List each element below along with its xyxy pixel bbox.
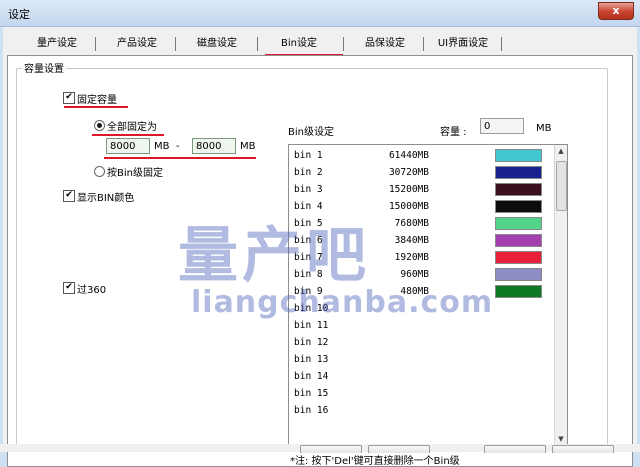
tab-strip: 量产设定 产品设定 磁盘设定 Bin设定 品保设定 UI界面设定 — [3, 35, 637, 56]
bin-settings-label: Bin级设定 — [288, 127, 334, 138]
capacity-label: 容量 : — [440, 127, 467, 138]
capacity-unit: MB — [536, 123, 552, 134]
capacity-input[interactable]: 0 — [480, 118, 524, 134]
window-title: 设定 — [8, 8, 30, 21]
watermark-url: liangchanba.com — [191, 285, 494, 320]
bin-color-swatch[interactable] — [495, 200, 542, 213]
tab-separator — [343, 37, 344, 51]
tab-bin[interactable]: Bin设定 — [267, 35, 331, 53]
all-fixed-radio[interactable] — [94, 120, 105, 131]
bin-name: bin 14 — [294, 371, 329, 382]
bin-name: bin 16 — [294, 405, 329, 416]
bin-color-swatch[interactable] — [495, 149, 542, 162]
bin-size: 3840MB — [394, 235, 429, 246]
bin-name: bin 12 — [294, 337, 329, 348]
bin-color-swatch[interactable] — [495, 251, 542, 264]
bin-name: bin 2 — [294, 167, 323, 178]
bin-name: bin 13 — [294, 354, 329, 365]
bin-size: 960MB — [400, 269, 429, 280]
bin-size: 15200MB — [388, 184, 429, 195]
pass360-checkbox[interactable]: ✔ — [63, 282, 75, 294]
bin-list-scrollbar[interactable]: ▲ ▼ — [554, 145, 567, 445]
dialog-client: 量产设定 产品设定 磁盘设定 Bin设定 品保设定 UI界面设定 容量设置 ✔ … — [3, 27, 637, 467]
bin-row[interactable]: bin 16 — [289, 402, 555, 419]
bin-size: 7680MB — [394, 218, 429, 229]
bin-row[interactable]: bin 2 30720MB — [289, 164, 555, 181]
fixed-max-unit: MB — [240, 141, 256, 152]
fixed-max-input[interactable]: 8000 — [192, 138, 236, 154]
bin-row[interactable]: bin 13 — [289, 351, 555, 368]
tab-separator — [423, 37, 424, 51]
range-dash: - — [176, 141, 180, 152]
bin-color-swatch[interactable] — [495, 183, 542, 196]
bin-row[interactable]: bin 15 — [289, 385, 555, 402]
bin-color-swatch[interactable] — [495, 285, 542, 298]
bin-row[interactable]: bin 14 — [289, 368, 555, 385]
bin-size: 61440MB — [388, 150, 429, 161]
tab-qa[interactable]: 品保设定 — [355, 35, 415, 53]
tab-product[interactable]: 产品设定 — [107, 35, 167, 53]
title-bar: 设定 x — [0, 0, 640, 27]
bin-color-swatch[interactable] — [495, 234, 542, 247]
tab-separator — [175, 37, 176, 51]
bin-color-swatch[interactable] — [495, 166, 542, 179]
bin-name: bin 3 — [294, 184, 323, 195]
bin-size: 1920MB — [394, 252, 429, 263]
fixed-capacity-checkbox[interactable]: ✔ — [63, 92, 75, 104]
bin-name: bin 1 — [294, 150, 323, 161]
fixed-min-input[interactable]: 8000 — [106, 138, 150, 154]
show-bin-color-checkbox[interactable]: ✔ — [63, 190, 75, 202]
all-fixed-label: 全部固定为 — [107, 122, 157, 133]
fixed-capacity-annotation — [64, 106, 128, 108]
fixed-min-unit: MB — [154, 141, 170, 152]
tab-separator — [501, 37, 502, 51]
bin-row[interactable]: bin 1 61440MB — [289, 147, 555, 164]
bin-size: 15000MB — [388, 201, 429, 212]
by-bin-radio[interactable] — [94, 166, 105, 177]
bin-row[interactable]: bin 3 15200MB — [289, 181, 555, 198]
show-bin-color-label: 显示BIN颜色 — [77, 193, 135, 204]
capacity-group-legend: 容量设置 — [22, 60, 66, 75]
tab-mass-production[interactable]: 量产设定 — [27, 35, 87, 53]
fixed-capacity-label: 固定容量 — [77, 95, 117, 106]
all-fixed-annotation — [92, 134, 164, 136]
scroll-thumb[interactable] — [556, 161, 567, 211]
tab-ui[interactable]: UI界面设定 — [431, 35, 495, 53]
bin-color-swatch[interactable] — [495, 217, 542, 230]
tab-separator — [257, 37, 258, 51]
bin-row[interactable]: bin 12 — [289, 334, 555, 351]
tab-disk[interactable]: 磁盘设定 — [187, 35, 247, 53]
bin-name: bin 11 — [294, 320, 329, 331]
bin-size: 30720MB — [388, 167, 429, 178]
watermark-logo: 量产吧 — [178, 221, 370, 291]
by-bin-label: 按Bin级固定 — [107, 168, 163, 179]
close-button[interactable]: x — [598, 2, 634, 20]
delete-note: *注: 按下'Del'键可直接删除一个Bin级 — [290, 456, 460, 467]
bin-name: bin 15 — [294, 388, 329, 399]
bin-color-swatch[interactable] — [495, 268, 542, 281]
fixed-range-annotation — [104, 157, 256, 159]
tab-separator — [95, 37, 96, 51]
pass360-label: 过360 — [77, 285, 107, 296]
scroll-up-icon[interactable]: ▲ — [555, 145, 567, 157]
